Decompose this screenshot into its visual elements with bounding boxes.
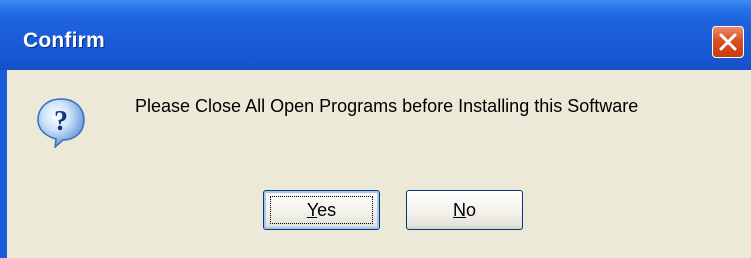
focus-ring <box>270 196 373 224</box>
dialog-message: Please Close All Open Programs before In… <box>135 96 639 116</box>
yes-button[interactable]: Yes <box>263 190 380 230</box>
no-button-label: No <box>452 199 476 220</box>
question-icon: ? <box>37 98 85 148</box>
no-button[interactable]: No <box>406 190 523 230</box>
window-title: Confirm <box>23 29 105 52</box>
svg-text:?: ? <box>54 106 68 137</box>
confirm-dialog: Confirm ? Please Close All Open Programs… <box>0 0 751 258</box>
close-button[interactable] <box>712 26 744 58</box>
dialog-body: ? Please Close All Open Programs before … <box>0 70 751 258</box>
title-bar[interactable]: Confirm <box>0 0 751 70</box>
close-icon <box>719 33 737 51</box>
